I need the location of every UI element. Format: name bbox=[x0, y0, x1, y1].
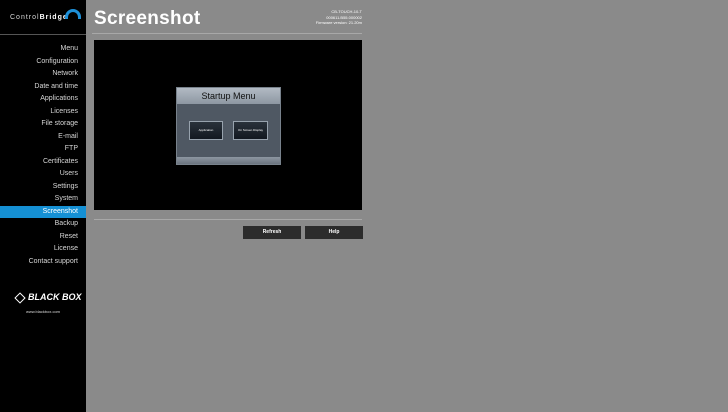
blackbox-logo: BLACK BOX bbox=[14, 291, 82, 304]
header-divider bbox=[92, 33, 362, 34]
startup-menu-title: Startup Menu bbox=[177, 88, 280, 104]
sidebar-item-screenshot[interactable]: Screenshot bbox=[0, 205, 86, 218]
sidebar-item-applications[interactable]: Applications bbox=[0, 93, 86, 106]
sidebar-item-licenses[interactable]: Licenses bbox=[0, 106, 86, 119]
screenshot-preview: Startup Menu Application On Screen Displ… bbox=[94, 40, 362, 210]
sidebar-item-configuration[interactable]: Configuration bbox=[0, 56, 86, 69]
sidebar-item-file-storage[interactable]: File storage bbox=[0, 118, 86, 131]
page-title: Screenshot bbox=[94, 8, 201, 29]
sidebar-item-license[interactable]: License bbox=[0, 243, 86, 256]
sidebar-item-ftp[interactable]: FTP bbox=[0, 143, 86, 156]
content-divider bbox=[94, 219, 362, 220]
sidebar-item-e-mail[interactable]: E-mail bbox=[0, 131, 86, 144]
blackbox-diamond-icon bbox=[14, 291, 26, 304]
logo-text-part1: Control bbox=[10, 14, 40, 21]
sidebar-item-network[interactable]: Network bbox=[0, 68, 86, 81]
sidebar-item-reset[interactable]: Reset bbox=[0, 231, 86, 244]
nav-menu: Menu Configuration Network Date and time App… bbox=[0, 43, 86, 268]
blackbox-name: BLACK BOX bbox=[28, 292, 82, 302]
sidebar: ControlBridge Menu Configuration Network Da… bbox=[0, 0, 86, 412]
refresh-button[interactable]: Refresh bbox=[243, 226, 301, 239]
logo-arc-icon bbox=[65, 9, 81, 19]
application-button: Application bbox=[189, 121, 223, 140]
sidebar-item-backup[interactable]: Backup bbox=[0, 218, 86, 231]
sidebar-item-users[interactable]: Users bbox=[0, 168, 86, 181]
device-info: CB-TOUCH-10-T 000611.B55.000002 Firmware… bbox=[316, 9, 362, 26]
sidebar-item-menu[interactable]: Menu bbox=[0, 43, 86, 56]
startup-menu-footer bbox=[177, 157, 280, 164]
sidebar-item-certificates[interactable]: Certificates bbox=[0, 156, 86, 169]
on-screen-display-button: On Screen Display bbox=[233, 121, 268, 140]
sidebar-item-system[interactable]: System bbox=[0, 193, 86, 206]
sidebar-item-contact-support[interactable]: Contact support bbox=[0, 256, 86, 269]
sidebar-item-settings[interactable]: Settings bbox=[0, 181, 86, 194]
sidebar-divider bbox=[0, 34, 86, 35]
sidebar-item-date-and-time[interactable]: Date and time bbox=[0, 81, 86, 94]
blackbox-url[interactable]: www.blackbox.com bbox=[0, 309, 86, 314]
help-button[interactable]: Help bbox=[305, 226, 363, 239]
controlbridge-logo: ControlBridge bbox=[10, 14, 68, 21]
logo-text-part2: Bridge bbox=[39, 14, 68, 21]
device-firmware: Firmware version: 21.20m bbox=[315, 20, 362, 25]
startup-menu-dialog: Startup Menu Application On Screen Displ… bbox=[176, 87, 281, 165]
